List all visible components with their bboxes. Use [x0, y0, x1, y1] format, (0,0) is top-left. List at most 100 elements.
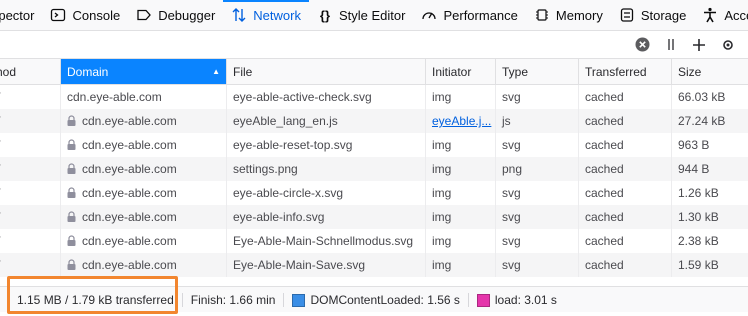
cell-type-text: svg	[502, 138, 521, 152]
load-time: load: 3.01 s	[469, 293, 565, 307]
dom-content-loaded: DOMContentLoaded: 1.56 s	[284, 293, 469, 307]
cell-type: svg	[496, 181, 579, 205]
lock-icon	[67, 235, 76, 246]
cell-domain-text: cdn.eye-able.com	[67, 90, 162, 104]
table-row[interactable]: GET cdn.eye-able.com eye-able-active-check…	[0, 85, 748, 109]
cell-method-text: GET	[0, 162, 1, 176]
column-header-transferred[interactable]: Transferred	[579, 59, 672, 85]
tab-accessibility[interactable]: Accessibility	[694, 0, 748, 30]
cell-file-text: Eye-Able-Main-Schnellmodus.svg	[233, 234, 414, 248]
cell-domain-text: cdn.eye-able.com	[82, 258, 177, 272]
cell-type: svg	[496, 205, 579, 229]
cell-file-text: Eye-Able-Main-Save.svg	[233, 258, 366, 272]
tab-storage[interactable]: Storage	[611, 0, 695, 30]
cell-initiator-text[interactable]: eyeAble.j...	[432, 114, 491, 128]
cell-method-text: GET	[0, 186, 1, 200]
column-header-file[interactable]: File	[227, 59, 426, 85]
cell-transferred-text: cached	[585, 210, 624, 224]
tab-debugger[interactable]: Debugger	[128, 0, 223, 30]
cell-initiator: eyeAble.j...	[426, 109, 496, 133]
table-row[interactable]: GET cdn.eye-able.com eye-able-reset-top.sv…	[0, 133, 748, 157]
devtools-tabbar: Inspector Console Debugger Network {} St…	[0, 0, 748, 31]
cell-transferred-text: cached	[585, 234, 624, 248]
column-header-method[interactable]: Method	[0, 59, 61, 85]
column-header-type[interactable]: Type	[496, 59, 579, 85]
cell-transferred-text: cached	[585, 114, 624, 128]
column-header-initiator[interactable]: Initiator	[426, 59, 496, 85]
table-row[interactable]: GET cdn.eye-able.com eye-able-circle-x.svg…	[0, 181, 748, 205]
network-toolbar	[0, 31, 748, 59]
cell-type-text: svg	[502, 186, 521, 200]
cell-domain-text: cdn.eye-able.com	[82, 114, 177, 128]
cell-file-text: eye-able-info.svg	[233, 210, 325, 224]
cell-file-text: eye-able-reset-top.svg	[233, 138, 353, 152]
accessibility-icon	[702, 7, 718, 23]
memory-icon	[534, 7, 550, 23]
gear-icon	[723, 39, 733, 50]
cell-transferred: cached	[579, 253, 672, 277]
cell-size-text: 66.03 kB	[678, 90, 726, 104]
cell-initiator-text: img	[432, 138, 452, 152]
dcl-label: DOMContentLoaded: 1.56 s	[310, 293, 460, 307]
cell-transferred-text: cached	[585, 90, 624, 104]
dcl-color-swatch	[292, 293, 306, 307]
cell-transferred: cached	[579, 181, 672, 205]
cell-initiator: img	[426, 229, 496, 253]
table-row[interactable]: GET cdn.eye-able.com settings.png img png cac…	[0, 157, 748, 181]
add-button[interactable]	[690, 36, 707, 53]
table-row[interactable]: GET cdn.eye-able.com eyeAble_lang_en.js eye…	[0, 109, 748, 133]
cell-method: GET	[0, 109, 61, 133]
tab-inspector[interactable]: Inspector	[0, 0, 42, 30]
tab-console[interactable]: Console	[42, 0, 128, 30]
transferred-summary: 1.15 MB / 1.79 kB transferred	[0, 293, 183, 307]
cell-initiator-text: img	[432, 258, 452, 272]
cell-domain: cdn.eye-able.com	[61, 229, 227, 253]
cell-size-text: 27.24 kB	[678, 114, 726, 128]
lock-icon	[67, 139, 76, 150]
debugger-icon	[136, 7, 152, 23]
tab-label: Storage	[640, 7, 687, 23]
cell-initiator-text: img	[432, 210, 452, 224]
column-header-size[interactable]: Size	[672, 59, 748, 85]
lock-icon	[67, 115, 76, 126]
load-color-swatch	[476, 293, 490, 307]
tab-network[interactable]: Network	[223, 0, 309, 30]
cell-file: settings.png	[227, 157, 426, 181]
cell-domain-text: cdn.eye-able.com	[82, 186, 177, 200]
pause-icon	[668, 39, 674, 50]
cell-initiator-text: img	[432, 234, 452, 248]
cell-size: 963 B	[672, 133, 748, 157]
column-header-domain[interactable]: Domain ▲	[61, 59, 227, 85]
cell-domain: cdn.eye-able.com	[61, 85, 227, 109]
cell-domain-text: cdn.eye-able.com	[82, 138, 177, 152]
cell-type-text: png	[502, 162, 523, 176]
status-bar: 1.15 MB / 1.79 kB transferred Finish: 1.…	[0, 286, 748, 313]
table-row[interactable]: GET cdn.eye-able.com Eye-Able-Main-Save.sv…	[0, 253, 748, 277]
cell-transferred: cached	[579, 229, 672, 253]
cell-method: GET	[0, 229, 61, 253]
tab-performance[interactable]: Performance	[413, 0, 525, 30]
cell-domain: cdn.eye-able.com	[61, 133, 227, 157]
cell-file: Eye-Able-Main-Save.svg	[227, 253, 426, 277]
tab-label: Debugger	[158, 7, 216, 23]
lock-icon	[67, 259, 76, 270]
table-row[interactable]: GET cdn.eye-able.com Eye-Able-Main-Schnell…	[0, 229, 748, 253]
cell-initiator-text: img	[432, 90, 452, 104]
cell-size: 944 B	[672, 157, 748, 181]
performance-icon	[421, 7, 437, 23]
tab-memory[interactable]: Memory	[526, 0, 611, 30]
clear-filter-button[interactable]	[634, 36, 651, 53]
cell-size-text: 963 B	[678, 138, 710, 152]
cell-size: 1.26 kB	[672, 181, 748, 205]
cell-method: GET	[0, 85, 61, 109]
settings-button[interactable]	[718, 36, 738, 53]
cell-size: 1.59 kB	[672, 253, 748, 277]
cell-domain: cdn.eye-able.com	[61, 181, 227, 205]
cell-file: eye-able-circle-x.svg	[227, 181, 426, 205]
table-row[interactable]: GET cdn.eye-able.com eye-able-info.svg img s…	[0, 205, 748, 229]
cell-method-text: GET	[0, 210, 1, 224]
tab-style-editor[interactable]: {} Style Editor	[309, 0, 413, 30]
pause-button[interactable]	[664, 36, 678, 53]
tab-label: Accessibility	[724, 7, 748, 23]
cell-size: 2.38 kB	[672, 229, 748, 253]
